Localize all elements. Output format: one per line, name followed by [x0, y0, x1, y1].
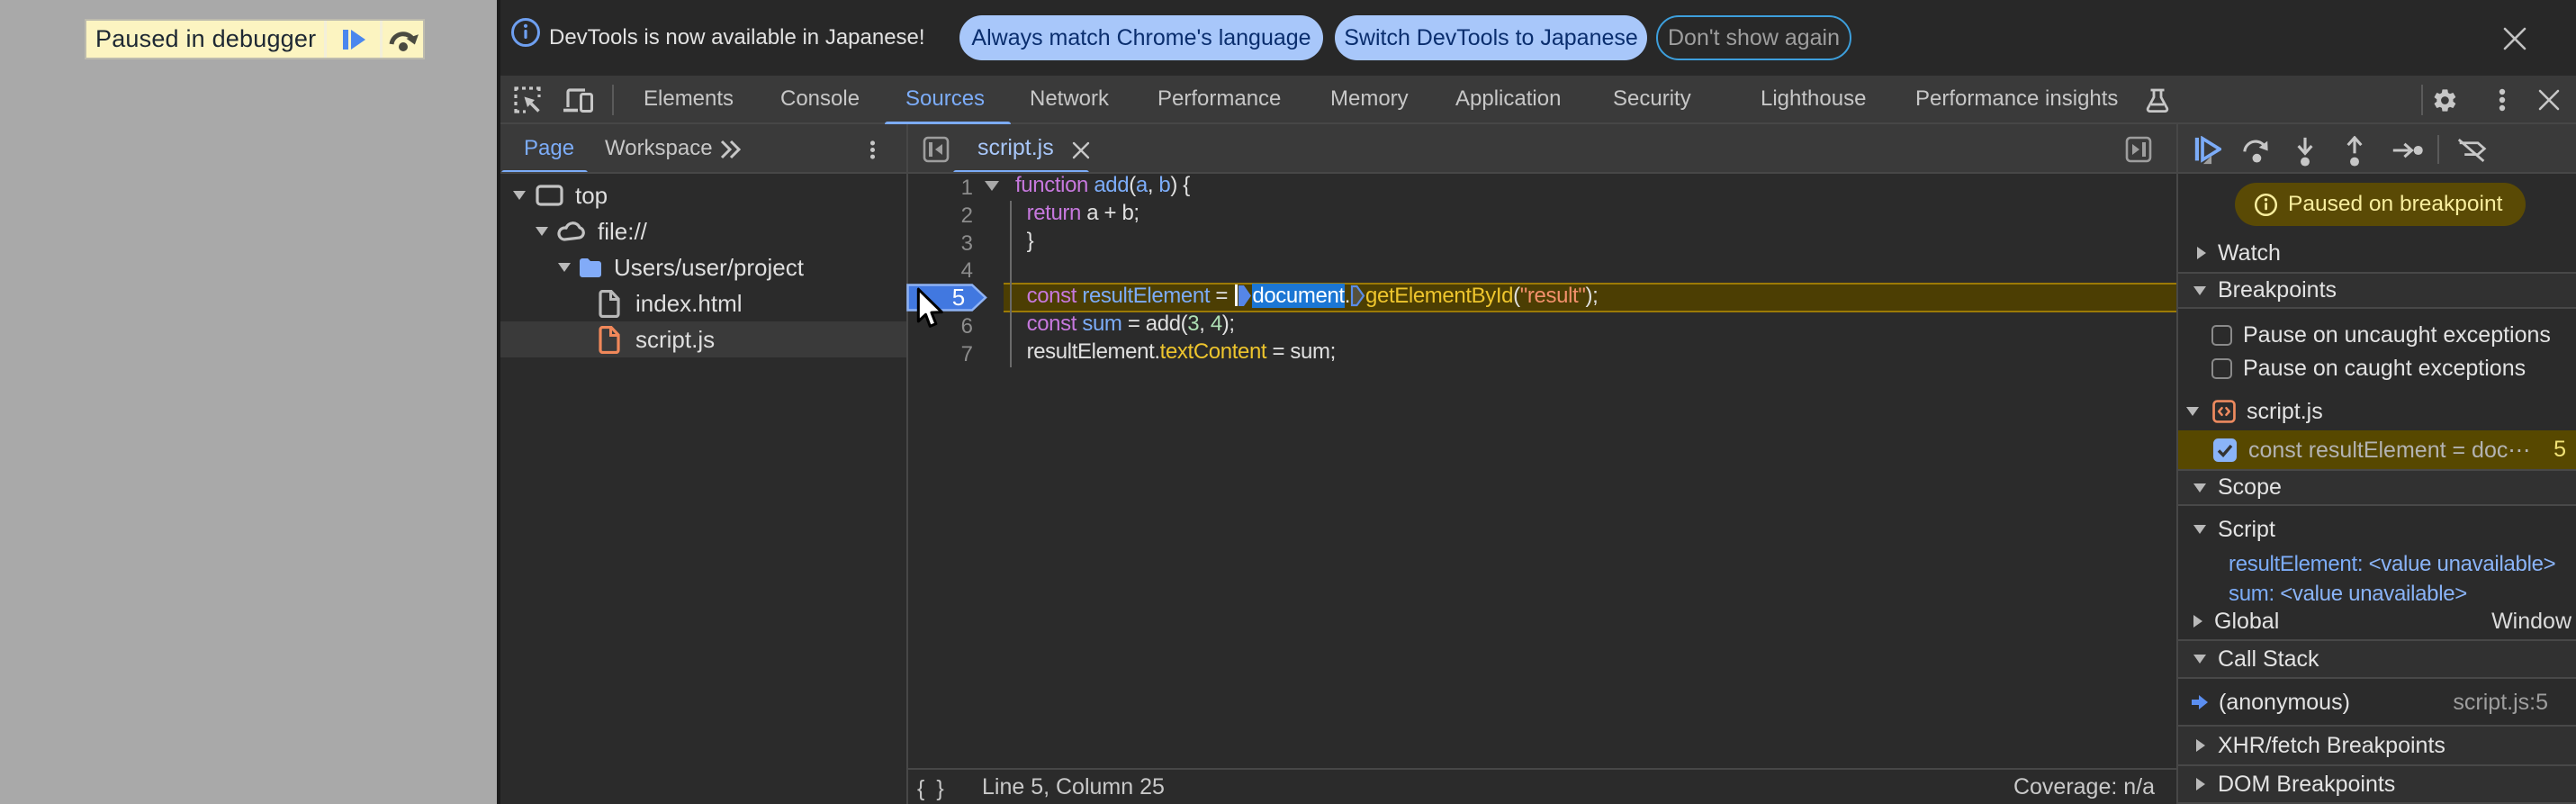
svg-text:5: 5: [952, 284, 965, 311]
